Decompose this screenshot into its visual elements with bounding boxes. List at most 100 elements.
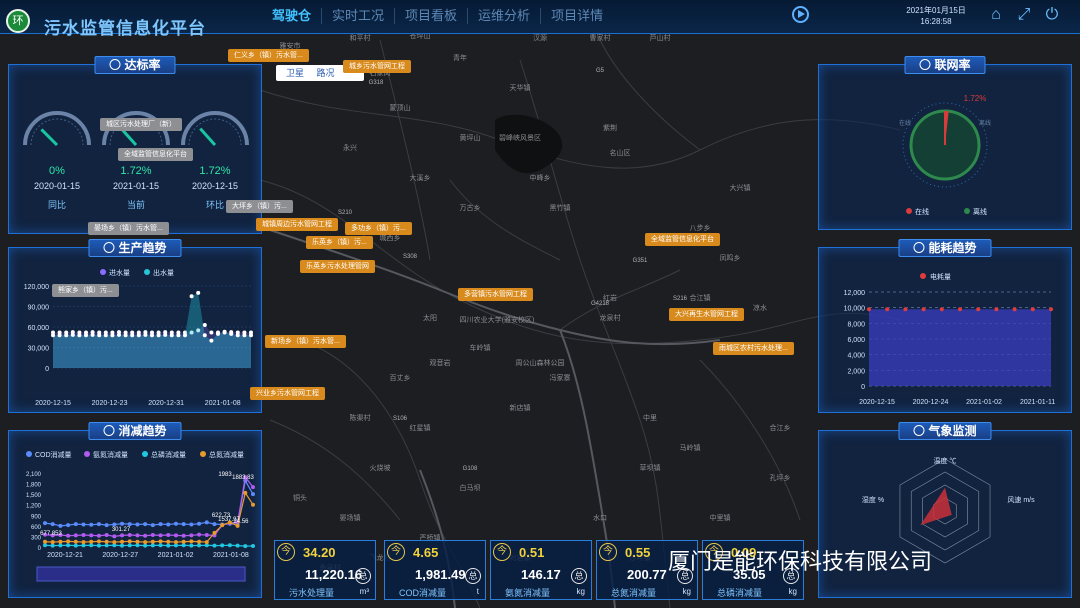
map-project-tag[interactable]: 城乡污水管网工程 [343,60,411,73]
ring-label: 在线 [899,119,911,127]
series-point [243,490,248,495]
data-label: 1883.83 [232,475,254,481]
series-point [181,522,186,527]
y-tick-label: 8,000 [847,321,865,328]
series-point [197,539,202,544]
series-point [189,522,194,527]
map-project-tag[interactable]: 乐英乡污水处理管网 [300,260,375,273]
legend-dot [100,269,106,275]
map-place-label: 万古乡 [460,203,481,212]
gauge-label: 同比 [48,199,66,210]
y-tick-label: 900 [31,514,42,520]
map-place-label: 汉源 [533,33,547,42]
legend-dot [84,451,90,457]
map-project-tag[interactable]: 城区污水处理厂（新） [100,118,182,131]
top-bar: 环 污水监管信息化平台 驾驶仓 实时工况 项目看板 运维分析 项目详情 2021… [0,0,1080,38]
play-icon[interactable] [792,6,809,23]
legend-label: 总磷消减量 [151,450,186,459]
map-place-label: 四川农业大学(雅安校区) [460,315,535,324]
map-project-tag[interactable]: 仁义乡（镇）污水管... [228,49,309,62]
series-point [220,543,225,548]
series-point [135,539,140,544]
series-point [251,485,255,490]
series-point [222,330,227,335]
x-tick-label: 2021-01-08 [205,400,241,407]
radar-area [920,487,952,526]
total-badge: 总 [465,568,481,584]
series-point [150,333,154,338]
series-point [196,290,201,295]
series-point [903,307,908,312]
map-project-tag[interactable]: 大兴再生水管网工程 [669,308,744,321]
map-place-label: 百丈乡 [390,373,411,382]
series-point [243,544,248,549]
tab-cockpit[interactable]: 驾驶仓 [262,8,323,24]
home-icon[interactable]: ⌂ [987,6,1005,24]
series-point [202,333,207,338]
map-project-tag[interactable]: 多营镇污水管网工程 [458,288,533,301]
map-place-label: 永兴 [343,143,357,152]
series-line [44,475,254,538]
series-point [73,539,78,544]
map-place-label: 周公山森林公园 [516,358,565,367]
series-point [58,539,63,544]
series-point [127,522,132,527]
tab-project-detail[interactable]: 项目详情 [541,8,613,24]
gauge-value: 0% [49,165,65,177]
fullscreen-icon[interactable]: ⤢ [1015,6,1033,24]
map-place-label: 天华镇 [510,83,531,92]
map-project-tag[interactable]: 全域监管信息化平台 [645,233,720,246]
x-tick-label: 2021-01-02 [966,399,1002,406]
kpi-label: 总磷消减量 [717,588,763,598]
ring-label: 离线 [979,119,991,127]
map-project-tag[interactable]: 雨城区农村污水处理... [713,342,794,355]
map-project-tag[interactable]: 全域监管信息化平台 [118,148,193,161]
radar-axis-label: 湿度 % [862,495,884,504]
map-project-tag[interactable]: 新场乡（镇）污水管... [265,335,346,348]
series-point [73,543,78,548]
satellite-button[interactable]: 卫星 [276,65,304,81]
series-point [173,533,178,538]
map-place-label: 大兴镇 [730,183,751,192]
map-project-tag[interactable]: 城镇周边污水管网工程 [256,218,338,231]
map-place-label: 合江镇 [690,293,711,302]
map-project-tag[interactable]: 多功乡（镇）污... [345,222,412,235]
series-point [251,543,255,548]
map-place-label: 孔坪乡 [770,474,791,482]
series-point [251,502,255,507]
traffic-button[interactable]: 路况 [307,65,335,81]
kpi-unit: t [476,587,479,596]
series-point [77,333,82,338]
series-point [143,540,148,545]
map-place-label: 太阳 [423,313,437,322]
series-point [251,492,255,497]
x-tick-label: 2020-12-15 [859,399,895,406]
map-project-tag[interactable]: 晏场乡（镇）污水管... [88,222,169,235]
radar-axis-label: 温度 ℃ [934,456,957,465]
series-point [127,533,132,538]
series-point [181,539,186,544]
nav-tabs: 驾驶仓 实时工况 项目看板 运维分析 项目详情 [262,8,613,24]
map-project-tag[interactable]: 兴业乡污水管网工程 [250,387,325,400]
series-point [212,543,217,548]
logout-icon[interactable]: ⏻ [1043,6,1061,24]
series-point [43,521,47,526]
tab-realtime[interactable]: 实时工况 [322,8,396,24]
tab-project-board[interactable]: 项目看板 [395,8,469,24]
series-point [50,543,55,548]
kpi-card: 今 0.51 146.17 总 氨氮消减量 kg [490,540,592,600]
series-point [81,540,86,545]
data-label: 301.27 [112,527,131,533]
series-point [166,539,171,544]
kpi-card: 今 4.65 1,981.49 总 COD消减量 t [384,540,486,600]
y-tick-label: 0 [38,546,42,552]
map-project-tag[interactable]: 熊家乡（镇）污... [52,284,119,297]
tab-ops-analysis[interactable]: 运维分析 [468,8,542,24]
gauge-value: 1.72% [120,165,151,177]
map-project-tag[interactable]: 乐英乡（镇）污... [306,236,373,249]
series-point [166,543,171,548]
data-label: 24.56 [233,519,249,525]
map-project-tag[interactable]: 大坪乡（镇）污... [226,200,293,213]
gauge-track [181,111,249,146]
series-point [156,333,161,338]
